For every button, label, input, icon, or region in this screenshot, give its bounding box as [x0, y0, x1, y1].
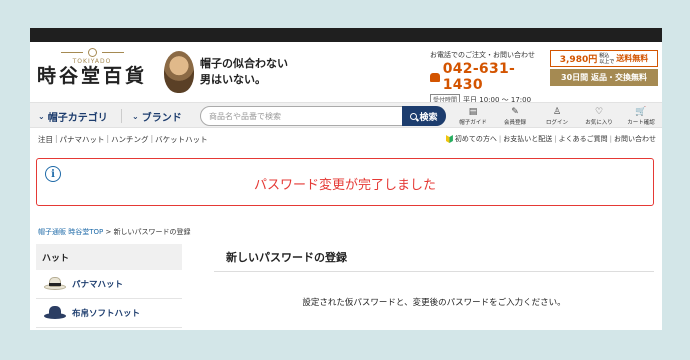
promo-small-2: 以上で — [599, 58, 615, 65]
title-divider — [214, 271, 654, 272]
logo-crest-icon — [87, 48, 97, 57]
heart-icon: ♡ — [594, 106, 604, 117]
nav-login-label: ログイン — [545, 119, 568, 126]
breadcrumb-home-link[interactable]: 帽子通販 時谷堂TOP — [38, 228, 103, 236]
search-icon — [410, 112, 418, 120]
logo-line-right — [101, 52, 124, 53]
sidebar-item-label: 布帛ソフトハット — [72, 309, 141, 319]
breadcrumb-current: 新しいパスワードの登録 — [113, 228, 191, 236]
help-link-contact[interactable]: お問い合わせ — [614, 134, 656, 144]
nav-favorites[interactable]: ♡ お気に入り — [578, 103, 620, 129]
main-nav: ⌄ 帽子カテゴリ ⌄ ブランド 検索 ▤ 帽子ガイド ✎ 会員登録 — [30, 102, 662, 128]
guide-icon: ▤ — [468, 106, 478, 117]
featured-link[interactable]: バケットハット — [153, 134, 210, 145]
sidebar-item-soft-hat[interactable]: 布帛ソフトハット — [36, 299, 182, 328]
hat-category-label: 帽子カテゴリ — [47, 112, 108, 124]
category-sidebar: ハット パナマハット 布帛ソフトハット — [36, 244, 182, 328]
nav-cart[interactable]: 🛒 カート確認 — [620, 103, 662, 129]
tagline-line-2: 男はいない。 — [200, 73, 266, 86]
free-return-banner[interactable]: 30日間 返品・交換無料 — [550, 69, 658, 86]
page: TOKIYADO 時谷堂百貨 帽子の似合わない 男はいない。 お電話でのご注文・… — [30, 28, 662, 330]
tagline: 帽子の似合わない 男はいない。 — [200, 56, 288, 88]
sidebar-item-label: パナマハット — [72, 280, 124, 290]
beginner-mark-icon — [445, 135, 453, 143]
cart-icon: 🛒 — [635, 106, 647, 117]
featured-links: 注目 | パナマハット | ハンチング | バケットハット — [36, 134, 210, 145]
contact-lead: お電話でのご注文・お問い合わせ — [430, 51, 535, 59]
search-box: 検索 — [200, 106, 446, 126]
phone-number[interactable]: 042-631-1430 — [443, 61, 542, 93]
sidebar-heading: ハット — [36, 244, 182, 270]
alert-message: パスワード変更が完了しました — [253, 178, 436, 193]
soft-hat-icon — [44, 305, 66, 321]
logo-name: 時谷堂百貨 — [36, 65, 147, 87]
promo-free: 送料無料 — [616, 54, 649, 63]
help-links: 初めての方へ | お支払いと配送 | よくあるご質問 | お問い合わせ — [445, 134, 656, 144]
nav-register[interactable]: ✎ 会員登録 — [494, 103, 536, 129]
nav-cart-label: カート確認 — [627, 119, 655, 126]
help-link-faq[interactable]: よくあるご質問 — [559, 134, 608, 144]
nav-icon-group: ▤ 帽子ガイド ✎ 会員登録 ♙ ログイン ♡ お気に入り 🛒 カート確認 — [452, 103, 662, 129]
search-button-label: 検索 — [419, 112, 438, 123]
mascot-illustration-icon — [164, 51, 194, 93]
register-icon: ✎ — [511, 106, 519, 117]
help-link-beginners[interactable]: 初めての方へ — [455, 134, 497, 144]
brand-label: ブランド — [141, 112, 182, 124]
nav-guide[interactable]: ▤ 帽子ガイド — [452, 103, 494, 129]
breadcrumb: 帽子通販 時谷堂TOP > 新しいパスワードの登録 — [38, 227, 191, 237]
search-button[interactable]: 検索 — [402, 106, 446, 126]
chevron-down-icon: ⌄ — [132, 111, 139, 121]
nav-divider — [121, 109, 122, 123]
brand-menu[interactable]: ⌄ ブランド — [132, 103, 182, 129]
success-alert: i パスワード変更が完了しました — [36, 158, 654, 206]
panama-hat-icon — [44, 276, 66, 292]
logo-roman-text: TOKIYADO — [72, 58, 112, 65]
search-input[interactable] — [209, 109, 399, 123]
promo-price: 3,980円 — [559, 55, 598, 65]
phone-icon — [430, 72, 440, 82]
site-header: TOKIYADO 時谷堂百貨 帽子の似合わない 男はいない。 お電話でのご注文・… — [30, 42, 662, 105]
featured-link[interactable]: ハンチング — [109, 134, 151, 145]
breadcrumb-separator: > — [103, 228, 114, 236]
contact-block: お電話でのご注文・お問い合わせ 042-631-1430 受付時間 平日 10:… — [430, 50, 542, 105]
page-title: 新しいパスワードの登録 — [226, 251, 347, 264]
phone-row[interactable]: 042-631-1430 — [430, 61, 542, 93]
tagline-line-1: 帽子の似合わない — [200, 57, 288, 70]
nav-login[interactable]: ♙ ログイン — [536, 103, 578, 129]
page-description: 設定された仮パスワードと、変更後のパスワードをご入力ください。 — [302, 298, 566, 308]
free-shipping-banner[interactable]: 3,980円 税込 以上で 送料無料 — [550, 50, 658, 67]
site-logo[interactable]: TOKIYADO 時谷堂百貨 — [36, 48, 148, 94]
promo-block: 3,980円 税込 以上で 送料無料 30日間 返品・交換無料 — [550, 50, 658, 86]
nav-favorites-label: お気に入り — [585, 119, 613, 126]
featured-link[interactable]: パナマハット — [58, 134, 107, 145]
hat-category-menu[interactable]: ⌄ 帽子カテゴリ — [38, 103, 108, 129]
top-bar — [30, 28, 662, 42]
logo-crest-row — [36, 48, 148, 57]
chevron-down-icon: ⌄ — [38, 111, 45, 121]
nav-guide-label: 帽子ガイド — [459, 119, 487, 126]
help-link-payment[interactable]: お支払いと配送 — [503, 134, 552, 144]
login-icon: ♙ — [552, 106, 562, 117]
nav-register-label: 会員登録 — [503, 119, 526, 126]
sidebar-item-panama-hat[interactable]: パナマハット — [36, 270, 182, 299]
promo-small: 税込 以上で — [599, 53, 614, 65]
featured-link[interactable]: 注目 — [36, 134, 55, 145]
logo-line-left — [60, 52, 83, 53]
